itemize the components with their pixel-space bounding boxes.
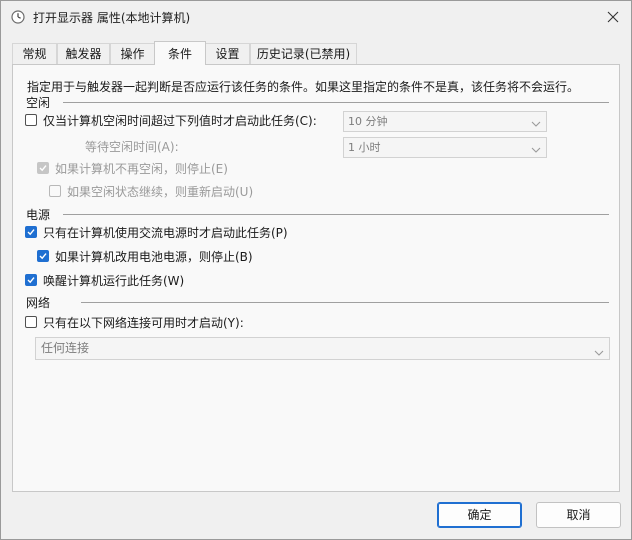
close-icon[interactable] <box>605 9 621 25</box>
wake-to-run-label: 唤醒计算机运行此任务(W) <box>43 274 185 288</box>
chevron-down-icon <box>594 344 604 365</box>
cancel-button[interactable]: 取消 <box>536 502 621 528</box>
ok-button[interactable]: 确定 <box>437 502 522 528</box>
start-only-if-idle-label: 仅当计算机空闲时间超过下列值时才启动此任务(C): <box>43 114 317 128</box>
stop-on-battery-checkbox[interactable] <box>37 250 49 262</box>
chevron-down-icon <box>531 116 541 135</box>
start-only-on-ac-checkbox[interactable] <box>25 226 37 238</box>
section-heading-idle: 空闲 <box>26 96 51 110</box>
title-bar: 打开显示器 属性(本地计算机) <box>1 1 631 33</box>
stop-if-not-idle-checkbox[interactable] <box>37 162 49 174</box>
idle-duration-value: 10 分钟 <box>348 115 388 128</box>
tab-general[interactable]: 常规 <box>12 43 57 64</box>
idle-duration-dropdown[interactable]: 10 分钟 <box>343 111 547 132</box>
start-only-if-idle-checkbox[interactable] <box>25 114 37 126</box>
wait-for-idle-dropdown[interactable]: 1 小时 <box>343 137 547 158</box>
restart-if-idle-resumes-checkbox[interactable] <box>49 185 61 197</box>
clock-icon <box>11 10 25 24</box>
stop-if-not-idle-label: 如果计算机不再空闲，则停止(E) <box>55 162 228 176</box>
wake-to-run-checkbox[interactable] <box>25 274 37 286</box>
wait-for-idle-value: 1 小时 <box>348 141 381 154</box>
start-only-if-network-label: 只有在以下网络连接可用时才启动(Y): <box>43 316 244 330</box>
section-heading-power: 电源 <box>26 208 51 222</box>
network-connection-value: 任何连接 <box>41 341 90 355</box>
divider <box>81 302 609 303</box>
start-only-if-network-checkbox[interactable] <box>25 316 37 328</box>
properties-window: 打开显示器 属性(本地计算机) 常规 触发器 操作 条件 设置 历史记录(已禁用… <box>0 0 632 540</box>
tab-history[interactable]: 历史记录(已禁用) <box>250 43 357 64</box>
divider <box>63 102 609 103</box>
window-title: 打开显示器 属性(本地计算机) <box>33 11 191 25</box>
restart-if-idle-resumes-label: 如果空闲状态继续，则重新启动(U) <box>67 185 254 199</box>
wait-for-idle-label: 等待空闲时间(A): <box>85 140 179 154</box>
stop-on-battery-label: 如果计算机改用电池电源，则停止(B) <box>55 250 253 264</box>
conditions-description: 指定用于与触发器一起判断是否应运行该任务的条件。如果这里指定的条件不是真，该任务… <box>27 80 580 94</box>
tab-actions[interactable]: 操作 <box>110 43 155 64</box>
divider <box>63 214 609 215</box>
start-only-on-ac-label: 只有在计算机使用交流电源时才启动此任务(P) <box>43 226 288 240</box>
tab-conditions[interactable]: 条件 <box>154 41 206 65</box>
conditions-panel: 指定用于与触发器一起判断是否应运行该任务的条件。如果这里指定的条件不是真，该任务… <box>12 64 620 492</box>
tab-settings[interactable]: 设置 <box>205 43 250 64</box>
chevron-down-icon <box>531 142 541 161</box>
tab-triggers[interactable]: 触发器 <box>57 43 110 64</box>
network-connection-dropdown[interactable]: 任何连接 <box>35 337 610 360</box>
section-heading-network: 网络 <box>26 296 51 310</box>
